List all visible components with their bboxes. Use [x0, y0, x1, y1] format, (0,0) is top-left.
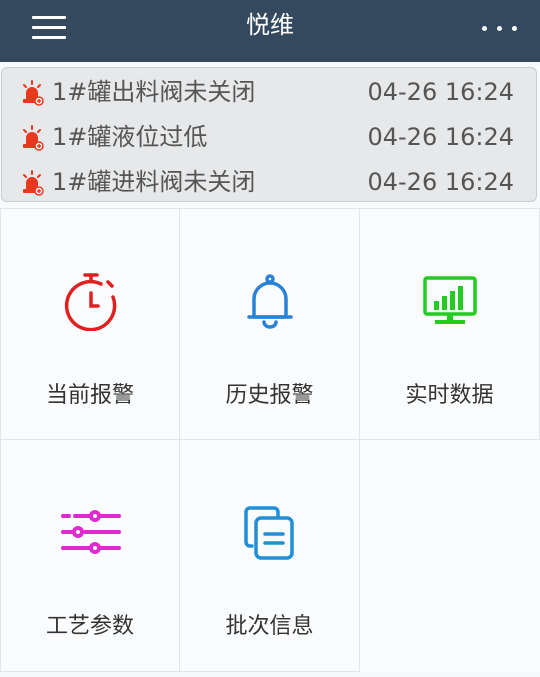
menu-label: 工艺参数 — [45, 614, 134, 639]
alarm-message: 1#罐液位过低 — [52, 123, 208, 151]
alarm-list: 1#罐出料阀未关闭 04-26 16:24 1#罐液位过低 04-26 16:2… — [1, 67, 537, 202]
menu-batch-info[interactable]: 批次信息 — [180, 440, 360, 672]
alarm-message: 1#罐进料阀未关闭 — [52, 168, 256, 196]
sliders-icon — [61, 510, 121, 554]
siren-icon — [23, 80, 44, 106]
menu-label: 历史报警 — [225, 383, 314, 408]
alarm-item[interactable]: 1#罐进料阀未关闭 04-26 16:24 — [2, 160, 538, 204]
alarm-time: 04-26 16:24 — [367, 78, 514, 106]
app-header: 悦维 — [0, 0, 540, 62]
app-title: 悦维 — [246, 11, 294, 39]
siren-icon — [23, 125, 44, 151]
menu-label: 批次信息 — [225, 614, 314, 639]
menu-current-alarms[interactable]: 当前报警 — [0, 208, 180, 440]
alarm-item[interactable]: 1#罐出料阀未关闭 04-26 16:24 — [2, 70, 538, 114]
alarm-message: 1#罐出料阀未关闭 — [52, 78, 256, 106]
menu-label: 当前报警 — [45, 383, 134, 408]
alarm-time: 04-26 16:24 — [367, 123, 514, 151]
alarm-item[interactable]: 1#罐液位过低 04-26 16:24 — [2, 115, 538, 159]
menu-process-parameters[interactable]: 工艺参数 — [0, 440, 180, 672]
siren-icon — [23, 170, 44, 196]
alarm-time: 04-26 16:24 — [367, 168, 514, 196]
menu-history-alarms[interactable]: 历史报警 — [180, 208, 360, 440]
menu-label: 实时数据 — [405, 383, 494, 408]
stopwatch-icon — [64, 273, 117, 331]
documents-icon — [244, 506, 294, 560]
more-dots-icon[interactable] — [480, 22, 520, 36]
empty-cell — [360, 440, 540, 672]
menu-realtime-data[interactable]: 实时数据 — [360, 208, 540, 440]
bell-icon — [247, 274, 293, 329]
function-grid: 当前报警 历史报警 实时数据 工艺参数 批次信息 — [0, 208, 540, 674]
monitor-chart-icon — [423, 276, 477, 324]
